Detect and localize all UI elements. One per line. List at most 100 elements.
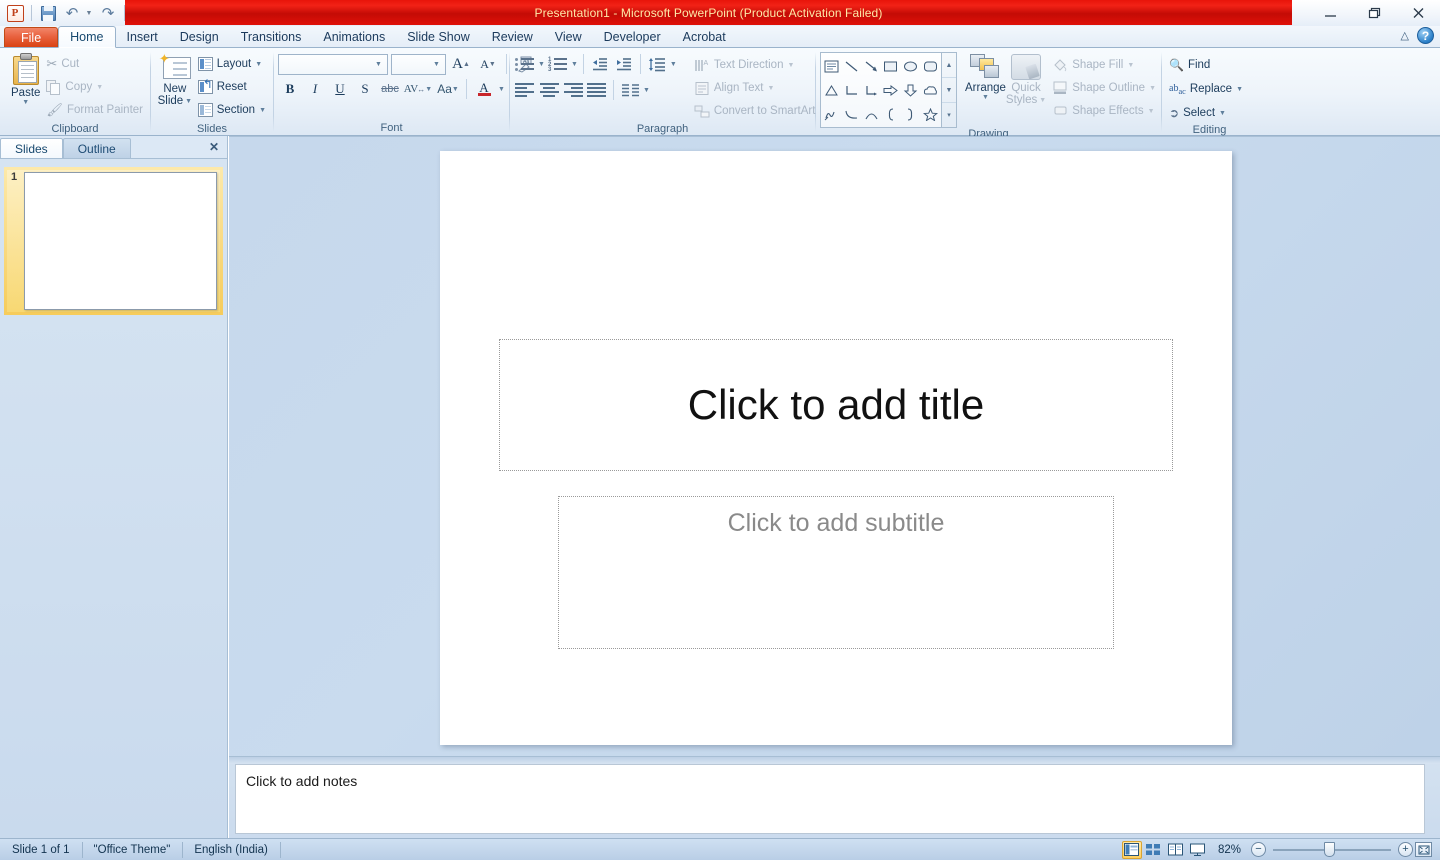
line-shape[interactable] (842, 54, 862, 78)
powerpoint-logo-icon[interactable]: P (4, 2, 26, 24)
undo-button[interactable]: ↶ (61, 2, 83, 24)
bold-button[interactable]: B (278, 78, 302, 100)
strikethrough-button[interactable]: abc (378, 78, 402, 100)
align-right-button[interactable] (562, 79, 584, 101)
line-spacing-button[interactable] (646, 53, 668, 75)
chevron-down-icon[interactable]: ▼ (185, 98, 192, 105)
scroll-up-icon[interactable]: ▲ (942, 53, 956, 78)
arc-shape[interactable] (861, 102, 881, 126)
restore-button[interactable] (1352, 1, 1396, 25)
new-slide-button[interactable]: ✦ New Slide ▼ (155, 51, 195, 107)
shrink-font-button[interactable]: A ▼ (476, 53, 500, 75)
arrange-button[interactable]: Arrange ▼ (965, 52, 1006, 101)
normal-view-button[interactable] (1121, 840, 1142, 859)
oval-shape[interactable] (901, 54, 921, 78)
cut-button[interactable]: ✂ Cut (43, 53, 146, 75)
chevron-down-icon[interactable]: ▼ (643, 87, 650, 94)
tab-slides[interactable]: Slides (0, 138, 63, 159)
slide-thumbnail-preview[interactable] (24, 172, 217, 310)
font-name-combobox[interactable]: ▼ (278, 53, 388, 75)
close-pane-button[interactable]: ✕ (209, 140, 219, 154)
tab-file[interactable]: File (4, 27, 59, 48)
justify-button[interactable] (586, 79, 608, 101)
slide-thumbnail-item[interactable]: 1 (4, 167, 223, 315)
notes-pane-splitter[interactable] (229, 756, 1440, 764)
select-button[interactable]: ➲ Select ▼ (1166, 102, 1246, 124)
elbow-connector-shape[interactable] (842, 78, 862, 102)
columns-button[interactable] (619, 79, 641, 101)
cloud-shape[interactable] (920, 78, 940, 102)
chevron-down-icon[interactable]: ▼ (22, 99, 29, 106)
align-center-button[interactable] (538, 79, 560, 101)
shape-effects-button[interactable]: Shape Effects ▼ (1050, 100, 1159, 122)
shapes-gallery-grid[interactable] (820, 52, 942, 128)
increase-indent-button[interactable] (613, 53, 635, 75)
align-text-button[interactable]: Align Text ▼ (691, 77, 830, 99)
grow-font-button[interactable]: A ▲ (449, 53, 473, 75)
star-shape[interactable] (920, 102, 940, 126)
collapse-ribbon-icon[interactable]: △ (1401, 29, 1409, 42)
font-color-button[interactable]: A (471, 78, 497, 100)
text-box-shape[interactable] (822, 54, 842, 78)
scribble-shape[interactable] (822, 102, 842, 126)
slide-show-button[interactable] (1188, 841, 1208, 859)
shape-outline-button[interactable]: Shape Outline ▼ (1050, 77, 1159, 99)
paste-button[interactable]: Paste ▼ (8, 51, 43, 106)
text-direction-button[interactable]: A Text Direction ▼ (691, 54, 830, 76)
zoom-slider[interactable] (1273, 842, 1391, 857)
tab-insert[interactable]: Insert (116, 26, 169, 48)
zoom-slider-handle[interactable] (1324, 842, 1335, 857)
language-indicator[interactable]: English (India) (182, 839, 280, 860)
italic-button[interactable]: I (303, 78, 327, 100)
shapes-gallery-scroll[interactable]: ▲ ▼ ▾ (942, 52, 957, 128)
chevron-down-icon[interactable]: ▼ (430, 55, 443, 74)
tab-home[interactable]: Home (58, 26, 116, 48)
change-case-button[interactable]: Aa ▼ (434, 78, 462, 100)
bullets-button[interactable] (514, 53, 536, 75)
decrease-indent-button[interactable] (589, 53, 611, 75)
zoom-in-button[interactable]: + (1398, 842, 1413, 857)
zoom-level-label[interactable]: 82% (1210, 844, 1249, 856)
tab-design[interactable]: Design (169, 26, 230, 48)
zoom-out-button[interactable]: − (1251, 842, 1266, 857)
fit-to-window-button[interactable] (1415, 842, 1432, 857)
align-left-button[interactable] (514, 79, 536, 101)
triangle-shape[interactable] (822, 78, 842, 102)
theme-name[interactable]: "Office Theme" (81, 839, 183, 860)
title-placeholder[interactable]: Click to add title (499, 339, 1173, 471)
help-icon[interactable]: ? (1417, 27, 1434, 44)
down-arrow-shape[interactable] (901, 78, 921, 102)
reset-button[interactable]: Reset (195, 76, 269, 98)
subtitle-placeholder[interactable]: Click to add subtitle (558, 496, 1114, 649)
tab-animations[interactable]: Animations (312, 26, 396, 48)
chevron-down-icon[interactable]: ▼ (670, 61, 677, 68)
undo-dropdown-button[interactable]: ▼ (85, 2, 95, 24)
layout-button[interactable]: Layout ▼ (195, 53, 269, 75)
shapes-gallery[interactable]: ▲ ▼ ▾ (820, 52, 957, 128)
redo-button[interactable]: ↷ (97, 2, 119, 24)
slide-sorter-view-button[interactable] (1144, 841, 1164, 859)
numbering-button[interactable]: 1 2 3 (547, 53, 569, 75)
chevron-down-icon[interactable]: ▼ (538, 61, 545, 68)
format-painter-button[interactable]: 🖌 Format Painter (43, 99, 146, 121)
right-arrow-shape[interactable] (881, 78, 901, 102)
tab-acrobat[interactable]: Acrobat (672, 26, 737, 48)
find-button[interactable]: 🔍 Find (1166, 54, 1246, 76)
tab-transitions[interactable]: Transitions (230, 26, 313, 48)
tab-outline[interactable]: Outline (62, 138, 131, 159)
save-button[interactable] (37, 2, 59, 24)
quick-styles-button[interactable]: Quick Styles ▼ (1006, 52, 1046, 106)
chevron-down-icon[interactable]: ▼ (498, 86, 505, 93)
notes-pane[interactable]: Click to add notes (235, 764, 1425, 834)
underline-button[interactable]: U (328, 78, 352, 100)
section-button[interactable]: Section ▼ (195, 99, 269, 121)
close-button[interactable] (1396, 1, 1440, 25)
replace-button[interactable]: abac Replace ▼ (1166, 78, 1246, 100)
curve-shape[interactable] (842, 102, 862, 126)
reading-view-button[interactable] (1166, 841, 1186, 859)
arrow-shape[interactable] (861, 54, 881, 78)
rounded-rectangle-shape[interactable] (920, 54, 940, 78)
gallery-more-icon[interactable]: ▾ (942, 103, 956, 127)
slide-canvas[interactable]: Click to add title Click to add subtitle (440, 151, 1232, 745)
chevron-down-icon[interactable]: ▼ (372, 55, 385, 74)
